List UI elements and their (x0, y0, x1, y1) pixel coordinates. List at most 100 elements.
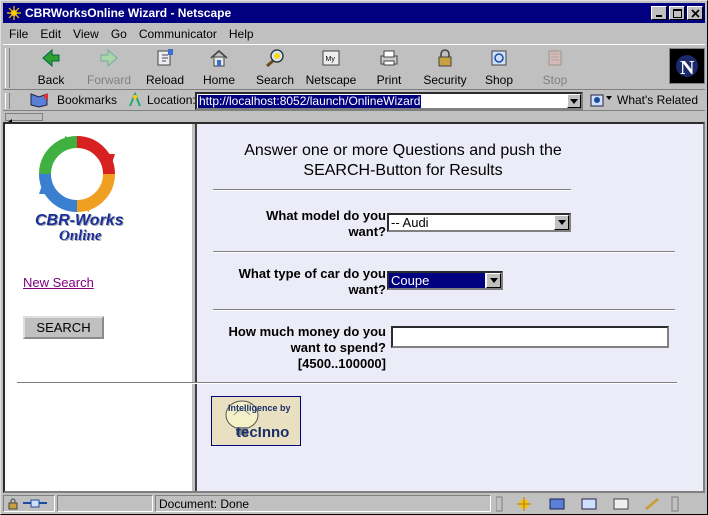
location-label-group: Location: (127, 92, 196, 108)
car-type-question: What type of car do you want? (213, 266, 386, 298)
car-type-select-dropdown[interactable] (486, 273, 501, 288)
collapsed-toolbar-tab[interactable] (5, 113, 43, 125)
budget-question-line-2: want to spend? (290, 340, 386, 355)
shop-button[interactable]: Shop (473, 47, 525, 89)
back-button[interactable]: Back (25, 47, 77, 89)
question-divider-2 (213, 309, 675, 311)
search-toolbar-label: Search (255, 73, 295, 87)
question-divider-1 (213, 251, 675, 253)
bottom-divider (17, 382, 677, 384)
bookmarks-label: Bookmarks (57, 93, 118, 107)
heading-line-2: SEARCH-Button for Results (303, 162, 503, 179)
whats-related-label: What's Related (617, 93, 698, 107)
car-type-question-line-2: want? (348, 282, 386, 297)
menu-help[interactable]: Help (229, 27, 254, 41)
home-label: Home (202, 73, 235, 87)
chevron-down-icon (489, 278, 498, 283)
stop-label: Stop (542, 73, 568, 87)
location-toolbar: Bookmarks Location: http://localhost:805… (3, 91, 705, 111)
budget-question-line-1: How much money do you (228, 324, 386, 339)
menu-file[interactable]: File (9, 27, 28, 41)
netscape-button[interactable]: My Netscape (305, 47, 357, 89)
stop-icon (529, 47, 581, 69)
menu-communicator[interactable]: Communicator (139, 27, 217, 41)
svg-text:My: My (326, 56, 336, 63)
budget-range-hint: [4500..100000] (297, 356, 386, 371)
title-bar: CBRWorksOnline Wizard - Netscape (3, 3, 705, 23)
shop-icon (473, 47, 525, 69)
home-icon (193, 47, 245, 69)
print-button[interactable]: Print (363, 47, 415, 89)
model-select-dropdown[interactable] (554, 215, 569, 230)
browser-window: CBRWorksOnline Wizard - Netscape File Ed… (0, 0, 708, 515)
location-toolbar-grip[interactable] (5, 93, 10, 109)
security-status[interactable] (3, 495, 55, 512)
tecinno-badge[interactable]: Intelligence by tecInno (211, 396, 301, 446)
url-input[interactable]: http://localhost:8052/launch/OnlineWizar… (195, 92, 583, 110)
cbr-works-logo: CBR-Works Online (27, 134, 127, 244)
model-question-line-2: want? (348, 224, 386, 239)
menu-go[interactable]: Go (111, 27, 127, 41)
close-button[interactable] (687, 6, 703, 20)
location-label: Location: (147, 93, 196, 107)
page-heading: Answer one or more Questions and push th… (213, 141, 593, 181)
printer-icon (363, 47, 415, 69)
budget-input[interactable] (391, 326, 669, 348)
search-toolbar-button[interactable]: Search (249, 47, 301, 89)
reload-label: Reload (145, 73, 185, 87)
maximize-button[interactable] (669, 6, 685, 20)
location-page-icon[interactable] (127, 92, 143, 108)
progress-bar (57, 495, 153, 512)
netscape-label: Netscape (305, 73, 357, 87)
car-type-question-line-1: What type of car do you (238, 266, 386, 281)
whats-related-button[interactable]: What's Related (589, 92, 698, 108)
reload-icon (139, 47, 191, 69)
search-button[interactable]: SEARCH (23, 316, 104, 339)
heading-line-1: Answer one or more Questions and push th… (244, 142, 562, 159)
url-history-dropdown[interactable] (567, 94, 581, 108)
shop-label: Shop (484, 73, 514, 87)
badge-line-2: tecInno (236, 424, 290, 441)
right-frame: Answer one or more Questions and push th… (17, 124, 703, 491)
component-bar (493, 495, 705, 512)
url-text: http://localhost:8052/launch/OnlineWizar… (198, 93, 422, 108)
chevron-down-icon (557, 220, 566, 225)
status-message: Document: Done (155, 495, 491, 512)
menu-view[interactable]: View (73, 27, 99, 41)
component-bar-icons[interactable] (496, 496, 704, 512)
chevron-down-icon (570, 98, 578, 104)
padlock-icon (419, 47, 471, 69)
netscape-logo[interactable]: N (669, 48, 705, 84)
status-text: Document: Done (159, 496, 250, 511)
lock-and-connection-icon (8, 498, 47, 510)
new-search-link[interactable]: New Search (23, 275, 94, 290)
back-label: Back (37, 73, 65, 87)
window-title: CBRWorksOnline Wizard - Netscape (25, 6, 232, 20)
menu-edit[interactable]: Edit (40, 27, 61, 41)
menu-bar: File Edit View Go Communicator Help (3, 24, 705, 43)
search-icon (249, 47, 301, 69)
security-button[interactable]: Security (419, 47, 471, 89)
budget-question: How much money do you want to spend? [45… (213, 324, 386, 372)
model-select[interactable]: -- Audi (387, 213, 571, 232)
home-button[interactable]: Home (193, 47, 245, 89)
stop-button[interactable]: Stop (529, 47, 581, 89)
car-type-select[interactable]: Coupe (387, 271, 503, 290)
model-select-value: -- Audi (391, 215, 429, 230)
collapsed-toolbar-strip (3, 112, 705, 125)
left-frame: CBR-Works Online New Search SEARCH (5, 124, 191, 491)
bookmarks-icon (30, 93, 48, 108)
heading-divider (213, 189, 571, 191)
model-question-line-1: What model do you (266, 208, 386, 223)
badge-line-1: Intelligence by (228, 403, 291, 413)
reload-button[interactable]: Reload (139, 47, 191, 89)
toolbar-grip[interactable] (5, 48, 10, 88)
bookmarks-button[interactable]: Bookmarks (29, 92, 117, 108)
forward-label: Forward (86, 73, 131, 87)
forward-arrow-icon (83, 47, 135, 69)
logo-subtitle: Online (59, 228, 102, 244)
forward-button[interactable]: Forward (83, 47, 135, 89)
my-netscape-icon: My (305, 47, 357, 69)
minimize-button[interactable] (651, 6, 667, 20)
print-label: Print (376, 73, 402, 87)
